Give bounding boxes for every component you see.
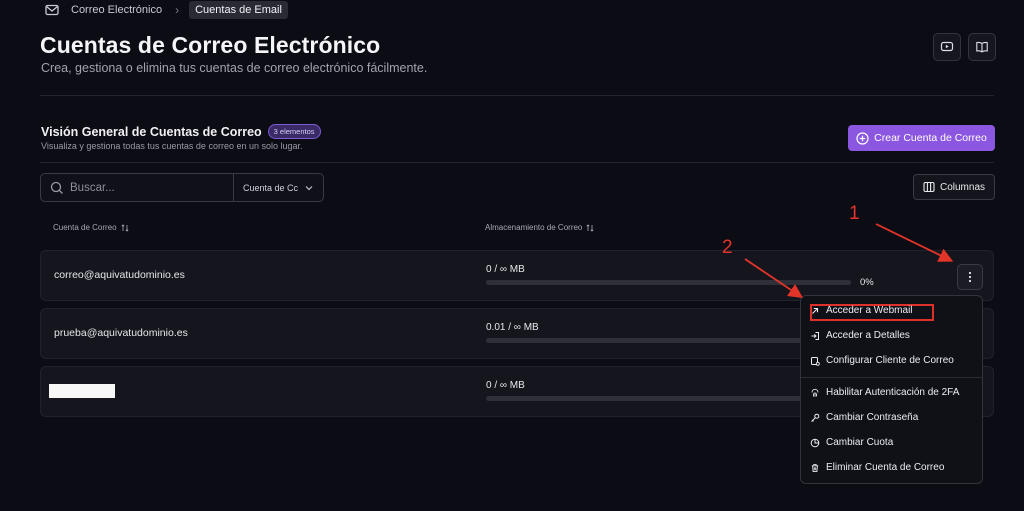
menu-item-change-quota[interactable]: Cambiar Cuota <box>810 437 893 448</box>
menu-item-change-password[interactable]: Cambiar Contraseña <box>810 412 918 423</box>
breadcrumb-current: Cuentas de Email <box>189 0 288 19</box>
count-badge: 3 elementos <box>267 124 321 139</box>
breadcrumb: Correo Electrónico › Cuentas de Email <box>44 0 288 19</box>
row-email: prueba@aquivatudominio.es <box>54 327 188 339</box>
section-title: Visión General de Cuentas de Correo 3 el… <box>41 124 321 139</box>
search-icon <box>50 181 64 195</box>
search-box: Cuenta de Cc <box>40 173 324 202</box>
settings-doc-icon <box>810 356 820 366</box>
row-storage: 0 / ∞ MB <box>486 264 525 275</box>
menu-item-label: Acceder a Detalles <box>826 330 910 341</box>
section-title-text: Visión General de Cuentas de Correo <box>41 124 262 139</box>
header-storage[interactable]: Almacenamiento de Correo <box>485 223 594 232</box>
login-icon <box>810 331 820 341</box>
mail-icon <box>44 2 60 18</box>
account-filter-select[interactable]: Cuenta de Cc <box>233 174 323 201</box>
menu-item-configure-client[interactable]: Configurar Cliente de Correo <box>810 355 954 366</box>
menu-item-label: Cambiar Contraseña <box>826 412 919 423</box>
columns-button[interactable]: Columnas <box>913 174 995 200</box>
redacted-email <box>49 384 115 398</box>
storage-percent: 0% <box>860 277 874 288</box>
storage-bar <box>486 338 851 343</box>
menu-item-details[interactable]: Acceder a Detalles <box>810 330 910 341</box>
storage-bar <box>486 396 851 401</box>
create-account-label: Crear Cuenta de Correo <box>874 132 987 144</box>
fingerprint-icon <box>810 388 820 398</box>
create-account-button[interactable]: Crear Cuenta de Correo <box>848 125 995 151</box>
section-divider <box>40 162 994 163</box>
chevron-down-icon <box>304 183 314 193</box>
key-icon <box>810 413 820 423</box>
header-divider <box>40 95 994 96</box>
menu-item-2fa[interactable]: Habilitar Autenticación de 2FA <box>810 387 959 398</box>
external-link-icon <box>810 306 820 316</box>
header-email[interactable]: Cuenta de Correo <box>53 223 129 232</box>
menu-item-webmail[interactable]: Acceder a Webmail <box>810 305 913 316</box>
chevron-right-icon: › <box>175 2 180 17</box>
columns-label: Columnas <box>939 181 986 193</box>
row-email: correo@aquivatudominio.es <box>54 269 185 281</box>
row-storage: 0 / ∞ MB <box>486 380 525 391</box>
sort-icon <box>586 223 594 232</box>
columns-icon <box>923 181 935 193</box>
page-title: Cuentas de Correo Electrónico <box>40 32 381 58</box>
sort-icon <box>121 223 129 232</box>
row-actions-menu: Acceder a Webmail Acceder a Detalles Con… <box>800 295 983 484</box>
header-email-label: Cuenta de Correo <box>53 223 117 232</box>
search-input[interactable] <box>70 181 233 194</box>
book-icon <box>975 40 989 54</box>
more-vertical-icon <box>968 271 972 283</box>
menu-item-label: Habilitar Autenticación de 2FA <box>826 387 960 398</box>
annotation-number-2: 2 <box>722 237 733 258</box>
documentation-button[interactable] <box>968 33 996 61</box>
trash-icon <box>810 463 820 473</box>
section-subtitle: Visualiza y gestiona todas tus cuentas d… <box>41 141 303 151</box>
annotation-number-1: 1 <box>849 203 860 224</box>
row-actions-button[interactable] <box>957 264 983 290</box>
menu-separator <box>801 377 982 378</box>
row-storage: 0.01 / ∞ MB <box>486 322 539 333</box>
table-row: correo@aquivatudominio.es 0 / ∞ MB 0% <box>40 250 994 301</box>
menu-item-label: Acceder a Webmail <box>826 305 913 316</box>
storage-bar <box>486 280 851 285</box>
breadcrumb-parent[interactable]: Correo Electrónico <box>71 4 162 16</box>
pie-chart-icon <box>810 438 820 448</box>
play-video-icon <box>940 40 954 54</box>
menu-item-label: Configurar Cliente de Correo <box>826 355 954 366</box>
page-subtitle: Crea, gestiona o elimina tus cuentas de … <box>41 61 428 75</box>
video-tutorial-button[interactable] <box>933 33 961 61</box>
filter-value: Cuenta de Cc <box>243 182 299 193</box>
plus-circle-icon <box>856 131 869 145</box>
menu-item-label: Eliminar Cuenta de Correo <box>826 462 945 473</box>
header-storage-label: Almacenamiento de Correo <box>485 223 583 232</box>
menu-item-label: Cambiar Cuota <box>826 437 894 448</box>
menu-item-delete[interactable]: Eliminar Cuenta de Correo <box>810 462 944 473</box>
